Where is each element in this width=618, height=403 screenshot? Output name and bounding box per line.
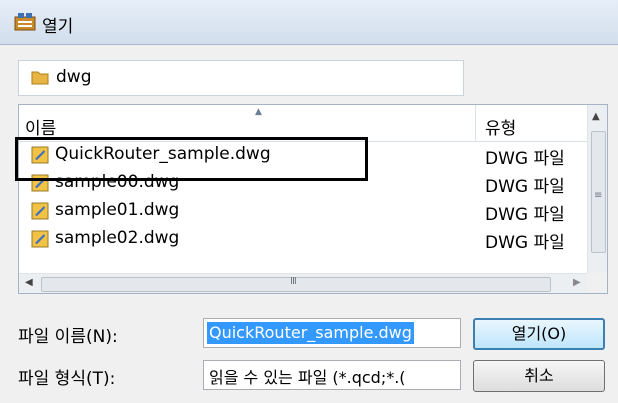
- file-row-sample02[interactable]: sample02.dwg DWG 파일: [19, 225, 587, 253]
- sort-ascending-icon: ▲: [255, 107, 262, 117]
- column-name-header[interactable]: 이름: [25, 114, 56, 139]
- file-row-sample00[interactable]: sample00.dwg DWG 파일: [19, 169, 587, 197]
- column-header: 이름 ▲ 유형: [19, 105, 587, 142]
- scrollbar-corner: [587, 273, 607, 293]
- dwg-file-icon: [31, 174, 49, 192]
- filename-value: QuickRouter_sample.dwg: [207, 322, 414, 344]
- file-name: sample02.dwg: [55, 228, 180, 248]
- window-title: 열기: [42, 17, 74, 37]
- filetype-label: 파일 형식(T):: [18, 369, 116, 389]
- scroll-right-icon[interactable]: ▶: [573, 277, 581, 288]
- grip-icon: III: [290, 276, 297, 287]
- vertical-scroll-thumb[interactable]: ≡: [591, 131, 606, 253]
- file-row-sample01[interactable]: sample01.dwg DWG 파일: [19, 197, 587, 225]
- title-bar: 열기: [0, 0, 618, 45]
- dwg-file-icon: [31, 202, 49, 220]
- current-folder: dwg: [56, 67, 92, 87]
- column-divider[interactable]: [475, 105, 476, 141]
- file-name: sample01.dwg: [55, 200, 180, 220]
- dwg-file-icon: [31, 230, 49, 248]
- file-name: sample00.dwg: [55, 172, 180, 192]
- filename-label: 파일 이름(N):: [18, 327, 118, 347]
- filename-input[interactable]: QuickRouter_sample.dwg: [203, 318, 461, 348]
- app-icon: [14, 13, 36, 31]
- file-type: DWG 파일: [485, 205, 565, 225]
- grip-icon: ≡: [594, 190, 603, 201]
- file-list[interactable]: 이름 ▲ 유형 QuickRouter_sample.dwg DWG 파일 sa…: [18, 104, 608, 294]
- file-name: QuickRouter_sample.dwg: [55, 144, 271, 164]
- dwg-file-icon: [31, 146, 49, 164]
- horizontal-scroll-thumb[interactable]: III: [41, 276, 551, 292]
- scroll-left-icon[interactable]: ◀: [25, 277, 33, 288]
- scroll-up-icon[interactable]: ▲: [592, 111, 600, 122]
- filetype-value: 읽을 수 있는 파일 (*.qcd;*.(: [209, 368, 406, 387]
- vertical-scrollbar[interactable]: ▲ ≡: [587, 105, 607, 273]
- folder-icon: [31, 71, 49, 85]
- file-rows: QuickRouter_sample.dwg DWG 파일 sample00.d…: [19, 141, 587, 253]
- filetype-select[interactable]: 읽을 수 있는 파일 (*.qcd;*.(: [203, 360, 461, 390]
- open-button[interactable]: 열기(O): [473, 318, 605, 350]
- horizontal-scrollbar[interactable]: ◀ III ▶: [19, 273, 587, 293]
- column-type-header[interactable]: 유형: [485, 114, 516, 139]
- file-type: DWG 파일: [485, 177, 565, 197]
- path-bar[interactable]: dwg: [18, 60, 464, 96]
- file-type: DWG 파일: [485, 233, 565, 253]
- file-type: DWG 파일: [485, 149, 565, 169]
- file-row-quickrouter[interactable]: QuickRouter_sample.dwg DWG 파일: [19, 141, 587, 169]
- cancel-button[interactable]: 취소: [473, 360, 605, 392]
